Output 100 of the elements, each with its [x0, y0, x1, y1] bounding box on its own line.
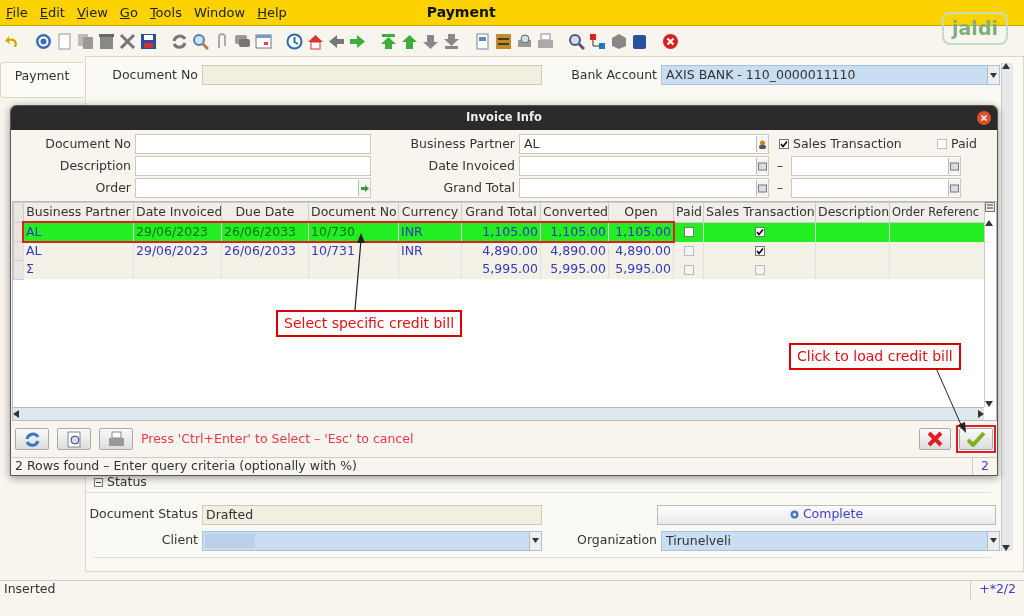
column-header[interactable]: Paid: [673, 202, 704, 223]
table-cell: Σ: [23, 260, 134, 279]
input-field[interactable]: [791, 178, 961, 198]
zoom-across-icon[interactable]: [568, 32, 585, 50]
column-header[interactable]: Grand Total: [461, 202, 541, 223]
arrow-right-icon[interactable]: [349, 32, 366, 50]
print-preview-icon[interactable]: [516, 32, 533, 50]
menu-item[interactable]: Edit: [33, 2, 71, 23]
arrow-first-icon[interactable]: [380, 32, 397, 50]
input-field[interactable]: [519, 178, 769, 198]
checkbox[interactable]: [683, 246, 694, 256]
menu-item[interactable]: View: [70, 2, 114, 23]
input-field[interactable]: [135, 134, 371, 154]
collapse-icon[interactable]: [94, 477, 103, 487]
complete-button[interactable]: Complete: [657, 504, 996, 525]
zoom-button[interactable]: [57, 428, 91, 450]
column-header[interactable]: Due Date: [221, 202, 309, 223]
input-field[interactable]: [791, 156, 961, 176]
menu-item[interactable]: Help: [251, 2, 293, 23]
column-header[interactable]: Open: [608, 202, 674, 223]
input-field[interactable]: AL: [519, 134, 769, 154]
arrow-right-icon[interactable]: [360, 183, 369, 193]
arrow-up-icon[interactable]: [401, 32, 418, 50]
scroll-down-icon[interactable]: [1002, 545, 1010, 551]
window-icon[interactable]: [631, 32, 648, 50]
checkbox[interactable]: [936, 139, 947, 149]
scroll-right-icon[interactable]: [978, 410, 984, 418]
calculator-icon[interactable]: [758, 183, 767, 193]
document-status-field[interactable]: Drafted: [202, 504, 542, 525]
archive-icon[interactable]: [495, 32, 512, 50]
history-icon[interactable]: [286, 32, 303, 50]
calendar-icon[interactable]: [950, 161, 959, 171]
field-label: Document No: [44, 134, 131, 153]
column-header[interactable]: Date Invoiced: [133, 202, 222, 223]
scroll-up-icon[interactable]: [1002, 63, 1010, 69]
chat-icon[interactable]: [234, 32, 251, 50]
dropdown-arrow-icon[interactable]: [990, 538, 997, 544]
table-row[interactable]: AL 29/06/2023 26/06/2033 10/731 INR 4,890.00 4,890.00 4,890.00: [13, 241, 985, 261]
close-icon[interactable]: [977, 111, 991, 125]
column-menu-icon[interactable]: [985, 202, 996, 212]
checkbox[interactable]: [754, 227, 765, 238]
column-header[interactable]: Converted: [540, 202, 609, 223]
refresh-button[interactable]: [15, 428, 49, 450]
tools-icon[interactable]: [119, 32, 136, 50]
print-icon: [107, 430, 125, 448]
scroll-left-icon[interactable]: [13, 410, 19, 418]
menu-item[interactable]: File: [0, 2, 34, 23]
table-row[interactable]: Σ 5,995.00 5,995.00 5,995.00: [13, 260, 985, 279]
scrollbar[interactable]: [13, 407, 984, 420]
search-icon[interactable]: [192, 32, 209, 50]
product-icon[interactable]: [610, 32, 627, 50]
input-field[interactable]: [519, 156, 769, 176]
refresh-icon[interactable]: [171, 32, 188, 50]
ok-button[interactable]: [959, 428, 993, 450]
save-icon[interactable]: [140, 32, 157, 50]
print-button[interactable]: [99, 428, 133, 450]
print-icon[interactable]: [537, 32, 554, 50]
calendar-icon[interactable]: [255, 32, 272, 50]
help-icon[interactable]: [35, 32, 52, 50]
status-message: Inserted: [3, 580, 56, 599]
workflow-icon[interactable]: [589, 32, 606, 50]
scroll-up-icon[interactable]: [985, 220, 994, 226]
arrow-left-icon[interactable]: [328, 32, 345, 50]
calculator-icon[interactable]: [950, 183, 959, 193]
menu-item[interactable]: Window: [187, 2, 252, 23]
home-icon[interactable]: [307, 32, 324, 50]
input-field[interactable]: [135, 178, 371, 198]
column-header[interactable]: Description: [815, 202, 890, 223]
checkbox[interactable]: [779, 139, 789, 149]
table-row[interactable]: AL 29/06/2023 26/06/2033 10/730 INR 1,105.00 1,105.00 1,105.00: [13, 222, 985, 242]
arrow-last-icon[interactable]: [443, 32, 460, 50]
column-header[interactable]: Order Referenc: [889, 202, 985, 223]
checkbox[interactable]: [683, 227, 694, 238]
organization-select[interactable]: Tirunelveli: [661, 530, 1000, 551]
dropdown-arrow-icon[interactable]: [990, 72, 997, 78]
table-cell: 5,995.00: [540, 260, 609, 279]
scroll-down-icon[interactable]: [985, 401, 994, 407]
arrow-down-icon[interactable]: [422, 32, 439, 50]
scrollbar[interactable]: [984, 202, 996, 407]
document-no-field[interactable]: [202, 65, 542, 85]
column-header[interactable]: Sales Transaction: [703, 202, 816, 223]
input-field[interactable]: [135, 156, 371, 176]
menu-item[interactable]: Go: [113, 2, 144, 23]
table-cell: 5,995.00: [608, 260, 674, 279]
tab[interactable]: Payment: [0, 62, 83, 98]
scrollbar[interactable]: [1001, 63, 1013, 551]
status-message: 2 Rows found – Enter query criteria (optionally with %): [14, 457, 357, 475]
menu-item[interactable]: Tools: [143, 2, 188, 23]
dropdown-arrow-icon[interactable]: [532, 538, 539, 544]
calendar-icon[interactable]: [758, 161, 767, 171]
delete-icon[interactable]: [98, 32, 115, 50]
cancel-button[interactable]: [919, 428, 951, 450]
copy-icon[interactable]: [77, 32, 94, 50]
bank-account-select[interactable]: AXIS BANK - 110_0000011110: [661, 65, 1000, 85]
report-icon[interactable]: [474, 32, 491, 50]
column-header[interactable]: Document No: [308, 202, 399, 223]
column-header[interactable]: Currency: [398, 202, 462, 223]
checkbox[interactable]: [754, 246, 765, 256]
person-icon[interactable]: [758, 139, 767, 149]
column-header[interactable]: Business Partner: [23, 202, 134, 223]
